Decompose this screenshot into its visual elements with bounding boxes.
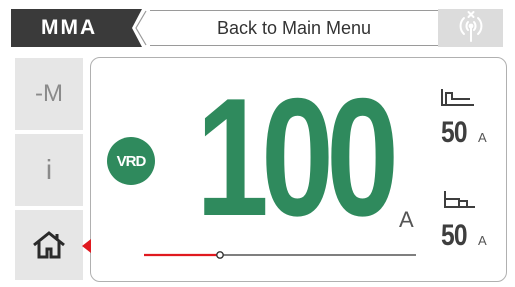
welding-current-unit: A — [399, 207, 414, 232]
welding-current-value[interactable]: 100 — [196, 73, 399, 241]
arc-force-icon[interactable] — [443, 190, 477, 210]
arc-force-value[interactable]: 50 — [441, 219, 468, 253]
memory-button[interactable]: -M — [15, 58, 83, 130]
vrd-badge: VRD — [107, 137, 155, 185]
hot-start-unit: A — [478, 130, 487, 145]
wireless-disconnected-icon — [459, 11, 483, 42]
back-to-main-menu-button[interactable]: Back to Main Menu — [150, 10, 438, 46]
home-icon — [33, 231, 65, 259]
hot-start-icon[interactable] — [440, 88, 476, 108]
slider-knob[interactable] — [216, 251, 224, 259]
mode-label: MMA — [11, 9, 130, 47]
arc-force-unit: A — [478, 233, 487, 248]
wireless-status[interactable] — [438, 9, 503, 47]
hot-start-value[interactable]: 50 — [441, 116, 468, 150]
back-chevron-icon[interactable] — [128, 9, 150, 47]
selection-marker-icon — [82, 239, 91, 253]
info-button[interactable]: i — [15, 134, 83, 206]
home-button[interactable] — [15, 210, 83, 280]
current-slider[interactable] — [144, 248, 416, 262]
